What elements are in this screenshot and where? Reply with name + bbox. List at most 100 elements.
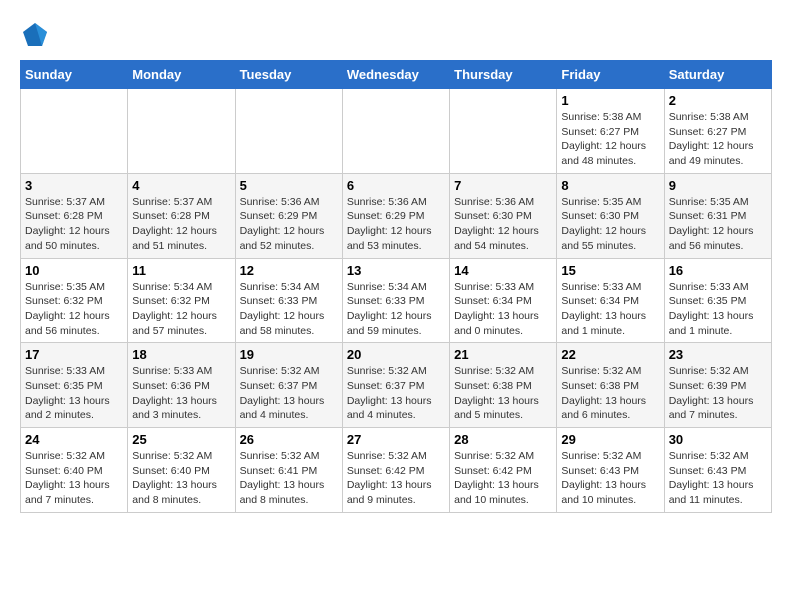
day-cell: 28Sunrise: 5:32 AM Sunset: 6:42 PM Dayli…: [450, 428, 557, 513]
day-info: Sunrise: 5:36 AM Sunset: 6:29 PM Dayligh…: [240, 195, 338, 254]
day-info: Sunrise: 5:36 AM Sunset: 6:29 PM Dayligh…: [347, 195, 445, 254]
day-cell: 22 Sunrise: 5:32 AM Sunset: 6:38 PM Dayli…: [557, 343, 664, 428]
header: [20, 20, 772, 50]
day-info: Sunrise: 5:32 AM Sunset: 6:37 PM Dayligh…: [347, 364, 445, 423]
day-cell: 26Sunrise: 5:32 AM Sunset: 6:41 PM Dayli…: [235, 428, 342, 513]
day-cell: 1 Sunrise: 5:38 AM Sunset: 6:27 PM Daylig…: [557, 89, 664, 174]
day-cell: 21 Sunrise: 5:32 AM Sunset: 6:38 PM Dayli…: [450, 343, 557, 428]
day-cell: [450, 89, 557, 174]
day-info: Sunrise: 5:32 AM Sunset: 6:42 PM Dayligh…: [347, 449, 445, 508]
logo: [20, 20, 54, 50]
logo-icon: [20, 20, 50, 50]
calendar-table: SundayMondayTuesdayWednesdayThursdayFrid…: [20, 60, 772, 513]
day-number: 15: [561, 263, 659, 278]
day-cell: [342, 89, 449, 174]
day-cell: 4 Sunrise: 5:37 AM Sunset: 6:28 PM Daylig…: [128, 173, 235, 258]
day-number: 10: [25, 263, 123, 278]
day-info: Sunrise: 5:38 AM Sunset: 6:27 PM Dayligh…: [669, 110, 767, 169]
day-number: 18: [132, 347, 230, 362]
day-cell: 25 Sunrise: 5:32 AM Sunset: 6:40 PM Dayli…: [128, 428, 235, 513]
day-info: Sunrise: 5:33 AM Sunset: 6:35 PM Dayligh…: [25, 364, 123, 423]
day-info: Sunrise: 5:36 AM Sunset: 6:30 PM Dayligh…: [454, 195, 552, 254]
day-info: Sunrise: 5:32 AM Sunset: 6:42 PM Dayligh…: [454, 449, 552, 508]
day-cell: 3 Sunrise: 5:37 AM Sunset: 6:28 PM Daylig…: [21, 173, 128, 258]
day-number: 25: [132, 432, 230, 447]
day-cell: 30Sunrise: 5:32 AM Sunset: 6:43 PM Dayli…: [664, 428, 771, 513]
day-info: Sunrise: 5:35 AM Sunset: 6:32 PM Dayligh…: [25, 280, 123, 339]
day-number: 11: [132, 263, 230, 278]
day-cell: [128, 89, 235, 174]
day-cell: [21, 89, 128, 174]
day-cell: 8 Sunrise: 5:35 AM Sunset: 6:30 PM Daylig…: [557, 173, 664, 258]
weekday-saturday: Saturday: [664, 61, 771, 89]
day-number: 16: [669, 263, 767, 278]
day-number: 22: [561, 347, 659, 362]
day-number: 17: [25, 347, 123, 362]
day-info: Sunrise: 5:37 AM Sunset: 6:28 PM Dayligh…: [132, 195, 230, 254]
weekday-monday: Monday: [128, 61, 235, 89]
weekday-tuesday: Tuesday: [235, 61, 342, 89]
day-info: Sunrise: 5:33 AM Sunset: 6:34 PM Dayligh…: [561, 280, 659, 339]
week-row-1: 3 Sunrise: 5:37 AM Sunset: 6:28 PM Daylig…: [21, 173, 772, 258]
day-number: 7: [454, 178, 552, 193]
day-cell: 17 Sunrise: 5:33 AM Sunset: 6:35 PM Dayli…: [21, 343, 128, 428]
day-number: 26: [240, 432, 338, 447]
day-number: 5: [240, 178, 338, 193]
weekday-sunday: Sunday: [21, 61, 128, 89]
day-cell: 2 Sunrise: 5:38 AM Sunset: 6:27 PM Daylig…: [664, 89, 771, 174]
day-number: 20: [347, 347, 445, 362]
day-cell: 24Sunrise: 5:32 AM Sunset: 6:40 PM Dayli…: [21, 428, 128, 513]
day-info: Sunrise: 5:32 AM Sunset: 6:38 PM Dayligh…: [561, 364, 659, 423]
day-info: Sunrise: 5:37 AM Sunset: 6:28 PM Dayligh…: [25, 195, 123, 254]
day-cell: 15 Sunrise: 5:33 AM Sunset: 6:34 PM Dayli…: [557, 258, 664, 343]
day-info: Sunrise: 5:32 AM Sunset: 6:43 PM Dayligh…: [561, 449, 659, 508]
day-cell: 14 Sunrise: 5:33 AM Sunset: 6:34 PM Dayli…: [450, 258, 557, 343]
day-number: 21: [454, 347, 552, 362]
day-info: Sunrise: 5:33 AM Sunset: 6:35 PM Dayligh…: [669, 280, 767, 339]
day-cell: 10 Sunrise: 5:35 AM Sunset: 6:32 PM Dayli…: [21, 258, 128, 343]
day-info: Sunrise: 5:32 AM Sunset: 6:38 PM Dayligh…: [454, 364, 552, 423]
day-info: Sunrise: 5:35 AM Sunset: 6:31 PM Dayligh…: [669, 195, 767, 254]
day-cell: 23Sunrise: 5:32 AM Sunset: 6:39 PM Dayli…: [664, 343, 771, 428]
day-cell: 29Sunrise: 5:32 AM Sunset: 6:43 PM Dayli…: [557, 428, 664, 513]
week-row-2: 10 Sunrise: 5:35 AM Sunset: 6:32 PM Dayli…: [21, 258, 772, 343]
day-cell: 20 Sunrise: 5:32 AM Sunset: 6:37 PM Dayli…: [342, 343, 449, 428]
weekday-row: SundayMondayTuesdayWednesdayThursdayFrid…: [21, 61, 772, 89]
day-info: Sunrise: 5:32 AM Sunset: 6:40 PM Dayligh…: [132, 449, 230, 508]
day-info: Sunrise: 5:35 AM Sunset: 6:30 PM Dayligh…: [561, 195, 659, 254]
day-cell: 7 Sunrise: 5:36 AM Sunset: 6:30 PM Daylig…: [450, 173, 557, 258]
day-info: Sunrise: 5:34 AM Sunset: 6:32 PM Dayligh…: [132, 280, 230, 339]
day-info: Sunrise: 5:32 AM Sunset: 6:37 PM Dayligh…: [240, 364, 338, 423]
day-info: Sunrise: 5:33 AM Sunset: 6:34 PM Dayligh…: [454, 280, 552, 339]
week-row-3: 17 Sunrise: 5:33 AM Sunset: 6:35 PM Dayli…: [21, 343, 772, 428]
day-cell: 16 Sunrise: 5:33 AM Sunset: 6:35 PM Dayli…: [664, 258, 771, 343]
day-number: 19: [240, 347, 338, 362]
day-info: Sunrise: 5:33 AM Sunset: 6:36 PM Dayligh…: [132, 364, 230, 423]
day-cell: 5 Sunrise: 5:36 AM Sunset: 6:29 PM Daylig…: [235, 173, 342, 258]
day-number: 2: [669, 93, 767, 108]
day-number: 6: [347, 178, 445, 193]
day-cell: 18 Sunrise: 5:33 AM Sunset: 6:36 PM Dayli…: [128, 343, 235, 428]
weekday-thursday: Thursday: [450, 61, 557, 89]
day-cell: 12 Sunrise: 5:34 AM Sunset: 6:33 PM Dayli…: [235, 258, 342, 343]
day-cell: 27Sunrise: 5:32 AM Sunset: 6:42 PM Dayli…: [342, 428, 449, 513]
day-number: 14: [454, 263, 552, 278]
day-info: Sunrise: 5:38 AM Sunset: 6:27 PM Dayligh…: [561, 110, 659, 169]
day-number: 12: [240, 263, 338, 278]
day-number: 3: [25, 178, 123, 193]
day-number: 1: [561, 93, 659, 108]
calendar-body: 1 Sunrise: 5:38 AM Sunset: 6:27 PM Daylig…: [21, 89, 772, 513]
day-number: 13: [347, 263, 445, 278]
day-number: 8: [561, 178, 659, 193]
day-info: Sunrise: 5:34 AM Sunset: 6:33 PM Dayligh…: [240, 280, 338, 339]
day-cell: 13 Sunrise: 5:34 AM Sunset: 6:33 PM Dayli…: [342, 258, 449, 343]
day-cell: [235, 89, 342, 174]
day-number: 4: [132, 178, 230, 193]
day-number: 9: [669, 178, 767, 193]
weekday-wednesday: Wednesday: [342, 61, 449, 89]
day-info: Sunrise: 5:34 AM Sunset: 6:33 PM Dayligh…: [347, 280, 445, 339]
calendar-header: SundayMondayTuesdayWednesdayThursdayFrid…: [21, 61, 772, 89]
week-row-0: 1 Sunrise: 5:38 AM Sunset: 6:27 PM Daylig…: [21, 89, 772, 174]
day-info: Sunrise: 5:32 AM Sunset: 6:40 PM Dayligh…: [25, 449, 123, 508]
day-info: Sunrise: 5:32 AM Sunset: 6:43 PM Dayligh…: [669, 449, 767, 508]
